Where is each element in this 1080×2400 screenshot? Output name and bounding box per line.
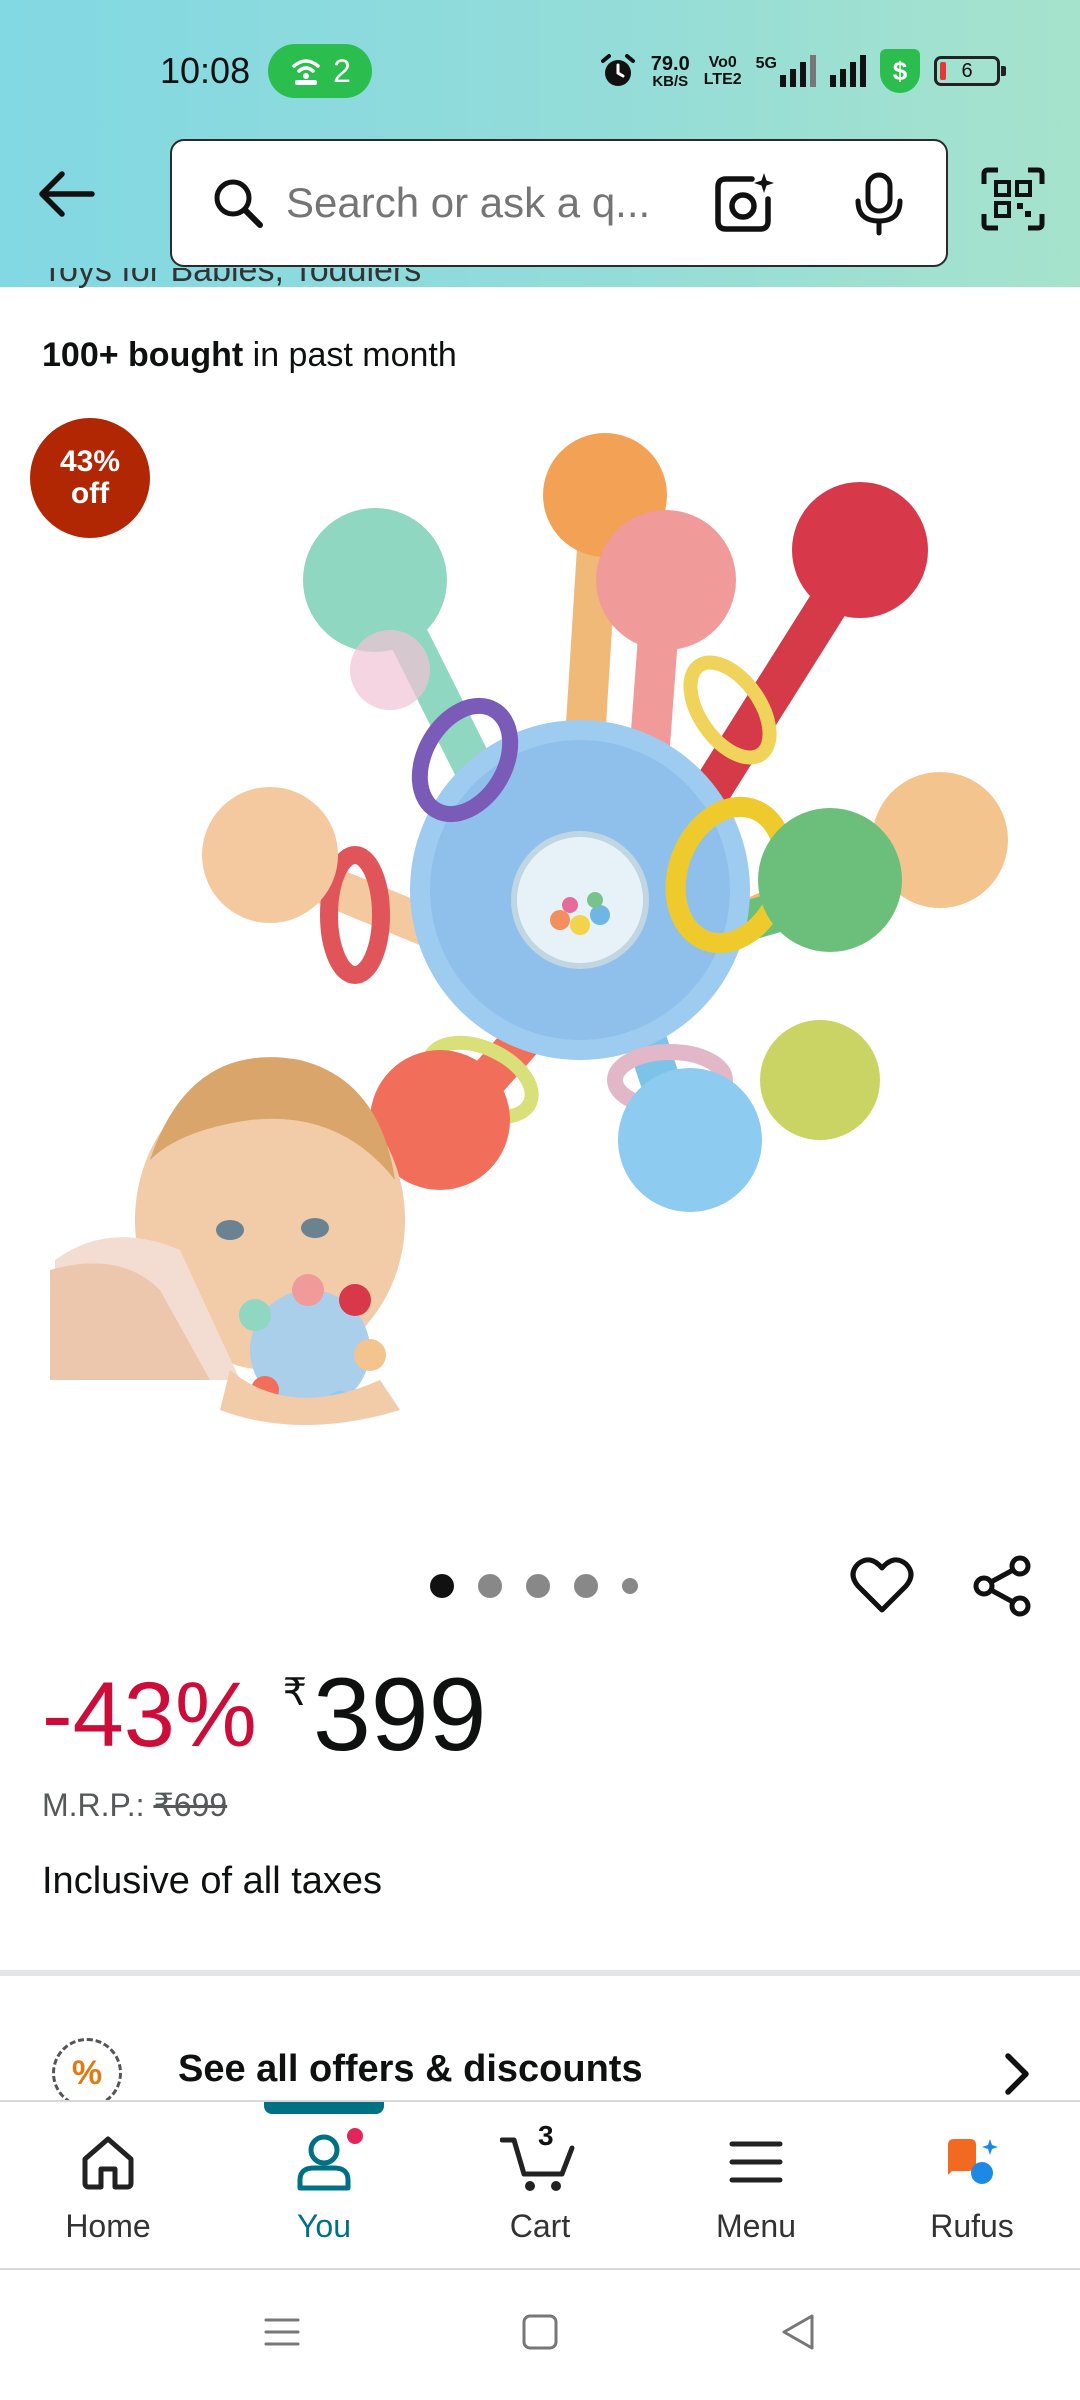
nav-label-menu: Menu	[715, 2208, 797, 2244]
arrow-left-icon	[39, 171, 95, 217]
product-title-partial: Toys for Babies, Toddlers	[42, 268, 421, 292]
hotspot-indicator: 2	[268, 44, 372, 98]
status-bar: 10:08 2 79.0 KB/S Vo0 LTE2 5G $ 6	[0, 0, 1080, 130]
net-speed: 79.0 KB/S	[651, 54, 690, 89]
nav-label-rufus: Rufus	[930, 2208, 1014, 2244]
battery-icon: 6	[934, 56, 1006, 86]
tax-note: Inclusive of all taxes	[42, 1860, 383, 1902]
battery-level: 6	[961, 59, 973, 82]
chevron-right-icon	[1002, 2052, 1032, 2101]
microphone-icon	[855, 172, 903, 236]
hotspot-count: 2	[333, 52, 351, 89]
volte-line2: LTE2	[703, 71, 742, 88]
alarm-icon	[600, 54, 635, 86]
carousel-dot[interactable]	[526, 1574, 550, 1598]
system-navigation-bar	[0, 2270, 1080, 2400]
carousel-dot[interactable]	[478, 1574, 502, 1598]
discount-badge-off: off	[70, 477, 110, 510]
nav-item-cart[interactable]: 3 Cart	[432, 2102, 648, 2268]
discount-badge-percent: 43%	[59, 445, 121, 478]
carousel-dot[interactable]	[622, 1578, 638, 1594]
hotspot-icon	[292, 59, 320, 85]
mrp-value: ₹699	[153, 1787, 228, 1823]
nav-item-you[interactable]: You	[216, 2102, 432, 2268]
price-amount: 399	[312, 1657, 487, 1773]
carousel-dot[interactable]	[574, 1574, 598, 1598]
menu-icon	[728, 2130, 784, 2194]
camera-lens-button[interactable]	[712, 171, 778, 242]
cart-count-badge: 3	[538, 2120, 554, 2151]
search-bar[interactable]	[170, 139, 948, 267]
wishlist-button[interactable]	[850, 1554, 914, 1623]
home-icon	[79, 2130, 137, 2194]
product-title-text: Toys for Babies, Toddlers	[42, 268, 422, 289]
square-home-icon	[522, 2314, 558, 2350]
notification-dot	[345, 2126, 365, 2146]
person-icon	[295, 2126, 365, 2194]
qr-scan-icon	[981, 167, 1045, 231]
recents-icon	[264, 2318, 300, 2346]
voice-search-button[interactable]	[852, 171, 906, 242]
recents-button[interactable]	[262, 2312, 302, 2357]
rufus-icon	[944, 2130, 1000, 2194]
image-carousel-indicator	[430, 1574, 638, 1598]
currency-symbol: ₹	[282, 1672, 307, 1714]
nav-item-rufus[interactable]: Rufus	[864, 2102, 1080, 2268]
purchase-stat: 100+ bought in past month	[42, 336, 457, 375]
net-speed-value: 79.0	[650, 52, 690, 75]
status-icons: 79.0 KB/S Vo0 LTE2 5G $ 6	[599, 44, 1006, 98]
security-shield-icon: $	[880, 49, 920, 93]
product-image[interactable]	[40, 420, 1050, 1460]
offers-row[interactable]: % See all offers & discounts	[0, 2030, 1080, 2108]
home-system-button[interactable]	[520, 2312, 560, 2357]
signal-icon	[780, 55, 816, 87]
nav-label-you: You	[297, 2208, 351, 2244]
nav-label-cart: Cart	[509, 2208, 571, 2244]
discount-tag-icon: %	[52, 2038, 122, 2108]
discount-percent: -43%	[42, 1664, 257, 1766]
search-icon	[208, 173, 268, 233]
mrp: M.R.P.: ₹699	[42, 1786, 227, 1824]
network-type: 5G	[755, 55, 777, 72]
purchase-period: in past month	[243, 336, 457, 374]
nav-label-home: Home	[65, 2208, 151, 2244]
active-tab-indicator	[264, 2102, 384, 2114]
volte-indicator: Vo0 LTE2	[704, 54, 742, 88]
share-icon	[973, 1555, 1031, 1617]
share-button[interactable]	[970, 1554, 1034, 1623]
cart-icon: 3	[500, 2120, 580, 2194]
back-button[interactable]	[34, 162, 98, 226]
price-row: -43% ₹ 399	[42, 1660, 487, 1770]
mrp-label: M.R.P.:	[42, 1787, 154, 1823]
section-divider	[0, 1970, 1080, 1976]
triangle-back-icon	[782, 2314, 814, 2350]
heart-icon	[850, 1557, 914, 1613]
search-input[interactable]	[286, 179, 666, 227]
purchase-count: 100+ bought	[42, 336, 244, 374]
nav-item-home[interactable]: Home	[0, 2102, 216, 2268]
volte-line1: Vo0	[708, 54, 737, 71]
discount-badge: 43% off	[30, 418, 150, 538]
carousel-dot[interactable]	[430, 1574, 454, 1598]
nav-item-menu[interactable]: Menu	[648, 2102, 864, 2268]
status-time: 10:08	[160, 50, 251, 91]
bottom-navigation: Home You 3 Cart Menu Rufus	[0, 2100, 1080, 2270]
signal-5g: 5G	[756, 55, 816, 87]
signal-icon-2	[830, 55, 866, 87]
offers-label: See all offers & discounts	[178, 2048, 643, 2090]
camera-search-icon	[715, 173, 774, 232]
qr-scan-button[interactable]	[980, 166, 1046, 237]
net-speed-unit: KB/S	[652, 72, 689, 90]
back-system-button[interactable]	[778, 2312, 818, 2357]
